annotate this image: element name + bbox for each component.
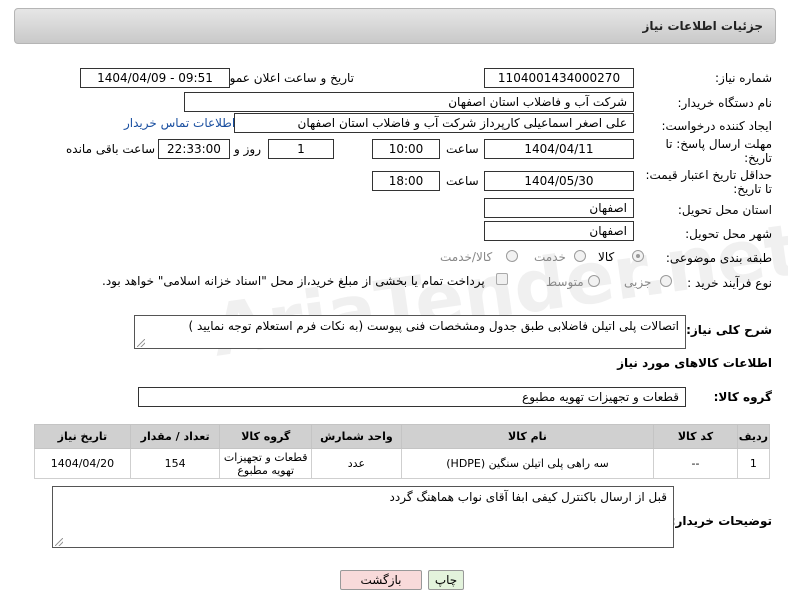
days-label: روز و: [234, 142, 261, 156]
goods-group-field: قطعات و تجهیزات تهویه مطبوع: [138, 387, 686, 407]
deadline-label: مهلت ارسال پاسخ: تا: [665, 137, 772, 151]
process-radio-medium[interactable]: [588, 275, 600, 287]
category-radio-goods[interactable]: [632, 250, 644, 262]
process-type-label: نوع فرآیند خرید :: [687, 276, 772, 290]
col-header-date: تاریخ نیاز: [34, 424, 131, 449]
buyer-org-field: شرکت آب و فاضلاب استان اصفهان: [184, 92, 634, 112]
goods-group-label: گروه کالا:: [713, 390, 772, 404]
category-option-service: خدمت: [534, 250, 566, 264]
deadline-time-label: ساعت: [446, 142, 479, 156]
back-button[interactable]: بازگشت: [340, 570, 422, 590]
col-header-qty: تعداد / مقدار: [129, 424, 221, 449]
buyer-notes-textarea: قبل از ارسال باکنترل کیفی ابفا آقای نواب…: [52, 486, 674, 548]
resize-grip-icon[interactable]: [137, 339, 145, 347]
description-textarea: اتصالات پلی اتیلن فاضلابی طبق جدول ومشخص…: [134, 315, 686, 349]
remaining-time-label: ساعت باقی مانده: [66, 142, 156, 156]
need-number-field: 1104001434000270: [484, 68, 634, 88]
requester-label: ایجاد کننده درخواست:: [661, 119, 772, 133]
category-option-goods-service: کالا/خدمت: [440, 250, 493, 264]
category-radio-service[interactable]: [574, 250, 586, 262]
section-header: جزئیات اطلاعات نیاز: [14, 8, 776, 44]
table-row: 1 -- سه راهی پلی اتیلن سنگین (HDPE) عدد …: [34, 448, 771, 479]
price-validity-time-field: 18:00: [372, 171, 440, 191]
description-text: اتصالات پلی اتیلن فاضلابی طبق جدول ومشخص…: [188, 319, 679, 333]
treasury-payment-checkbox[interactable]: [496, 273, 508, 285]
goods-section-title: اطلاعات کالاهای مورد نیاز: [617, 356, 772, 370]
category-option-goods: کالا: [598, 250, 615, 264]
price-validity-time-label: ساعت: [446, 174, 479, 188]
need-number-label: شماره نیاز:: [715, 71, 772, 85]
requester-field: علی اصغر اسماعیلی کارپرداز شرکت آب و فاض…: [234, 113, 634, 133]
remaining-time-field: 22:33:00: [158, 139, 230, 159]
province-field: اصفهان: [484, 198, 634, 218]
deadline-time-field: 10:00: [372, 139, 440, 159]
price-validity-label-date: تا تاریخ:: [733, 182, 772, 196]
deadline-label-date: تاریخ:: [744, 151, 772, 165]
goods-table: ردیف کد کالا نام کالا واحد شمارش گروه کا…: [34, 424, 771, 479]
cell-unit: عدد: [311, 448, 402, 479]
category-radio-goods-service[interactable]: [506, 250, 518, 262]
col-header-group: گروه کالا: [219, 424, 313, 449]
province-label: استان محل تحویل:: [677, 203, 772, 217]
col-header-name: نام کالا: [400, 424, 655, 449]
buyer-org-label: نام دستگاه خریدار:: [677, 96, 773, 110]
cell-qty: 154: [129, 448, 221, 479]
announce-date-field: 1404/04/09 - 09:51: [80, 68, 230, 88]
category-label: طبقه بندی موضوعی:: [665, 251, 772, 265]
cell-code: --: [653, 448, 738, 479]
city-label: شهر محل تحویل:: [685, 227, 772, 241]
cell-date: 1404/04/20: [34, 448, 131, 479]
price-validity-label: حداقل تاریخ اعتبار قیمت:: [645, 168, 772, 182]
page-title: جزئیات اطلاعات نیاز: [642, 19, 763, 33]
print-button[interactable]: چاپ: [428, 570, 464, 590]
cell-row-number: 1: [736, 448, 771, 479]
cell-name: سه راهی پلی اتیلن سنگین (HDPE): [400, 448, 655, 479]
col-header-code: کد کالا: [653, 424, 738, 449]
buyer-notes-label: توضیحات خریدار:: [670, 514, 772, 528]
description-label: شرح کلی نیاز:: [686, 323, 772, 337]
process-option-medium: متوسط: [546, 275, 584, 289]
cell-group: قطعات و تجهیزات تهویه مطبوع: [219, 448, 313, 479]
announce-date-label: تاریخ و ساعت اعلان عمومی:: [209, 71, 354, 85]
col-header-unit: واحد شمارش: [311, 424, 402, 449]
buyer-notes-text: قبل از ارسال باکنترل کیفی ابفا آقای نواب…: [389, 490, 667, 504]
deadline-date-field: 1404/04/11: [484, 139, 634, 159]
table-header-row: ردیف کد کالا نام کالا واحد شمارش گروه کا…: [34, 424, 771, 449]
col-header-row: ردیف: [736, 424, 771, 449]
city-field: اصفهان: [484, 221, 634, 241]
process-option-minor: جزیی: [624, 275, 652, 289]
days-remaining-field: 1: [268, 139, 334, 159]
treasury-payment-note: پرداخت تمام یا بخشی از مبلغ خرید،از محل …: [102, 274, 485, 288]
resize-grip-icon[interactable]: [55, 538, 63, 546]
process-radio-minor[interactable]: [660, 275, 672, 287]
price-validity-date-field: 1404/05/30: [484, 171, 634, 191]
buyer-contact-link[interactable]: اطلاعات تماس خریدار: [124, 116, 235, 130]
